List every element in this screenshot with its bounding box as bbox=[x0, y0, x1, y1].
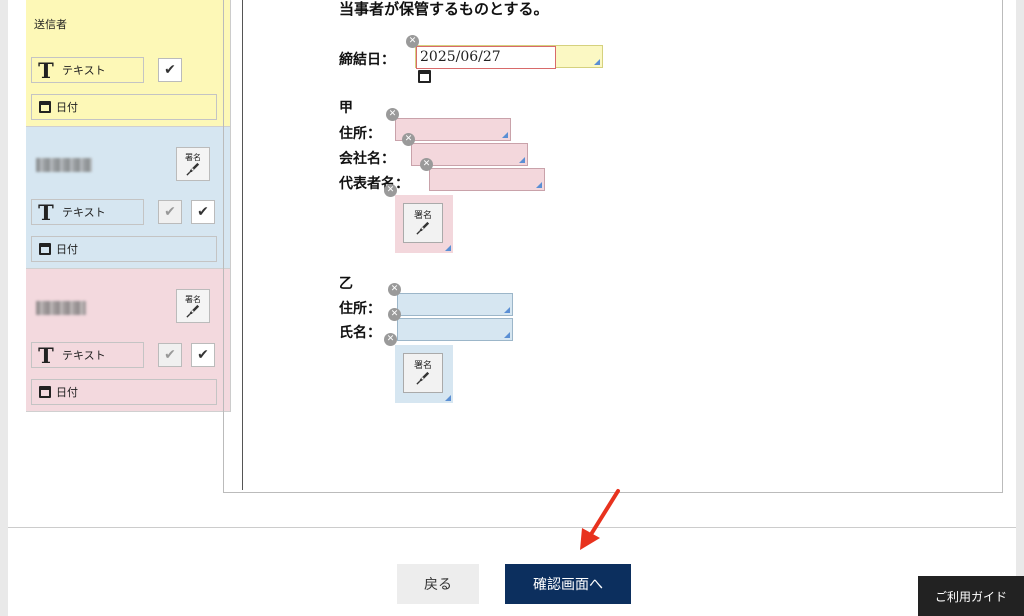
party-a-rep-field[interactable] bbox=[429, 168, 545, 191]
party-a-signature-field[interactable]: 署名 bbox=[395, 195, 453, 253]
sender-label: 送信者 bbox=[34, 18, 67, 31]
check-icon: ✔ bbox=[197, 204, 209, 220]
contract-text: 当事者が保管するものとする。 bbox=[339, 0, 549, 18]
pen-nib-icon bbox=[416, 371, 430, 385]
check-icon: ✔ bbox=[164, 62, 176, 78]
annotation-arrow-icon bbox=[580, 489, 620, 550]
resize-handle-icon[interactable] bbox=[536, 182, 542, 188]
party-a-panel: 署名 T テキスト ✔ ✔ 日付 bbox=[26, 127, 230, 269]
text-icon: T bbox=[38, 57, 54, 83]
remove-field-icon[interactable]: ✕ bbox=[402, 133, 415, 146]
remove-field-icon[interactable]: ✕ bbox=[388, 308, 401, 321]
party-b-date-field-button[interactable]: 日付 bbox=[31, 379, 217, 405]
party-b-name-label: 氏名： bbox=[339, 325, 381, 341]
sender-panel: 送信者 T テキスト ✔ 日付 bbox=[26, 0, 230, 127]
party-b-address-label: 住所： bbox=[339, 301, 381, 317]
remove-field-icon[interactable]: ✕ bbox=[406, 35, 419, 48]
party-b-panel: 署名 T テキスト ✔ ✔ 日付 bbox=[26, 269, 230, 412]
party-a-date-field-button[interactable]: 日付 bbox=[31, 236, 217, 262]
party-b-sign-button[interactable]: 署名 bbox=[176, 289, 210, 323]
date-field-label: 日付 bbox=[56, 101, 78, 114]
sign-label: 署名 bbox=[185, 152, 201, 162]
date-field-label: 日付 bbox=[56, 386, 78, 399]
sender-text-field-button[interactable]: T テキスト bbox=[31, 57, 144, 83]
conclusion-date-field[interactable]: 2025/06/27 bbox=[415, 45, 603, 69]
pen-nib-icon bbox=[186, 162, 200, 176]
sign-label: 署名 bbox=[413, 361, 432, 371]
pen-nib-icon bbox=[186, 304, 200, 318]
signature-placeholder: 署名 bbox=[403, 203, 443, 243]
blurred-party-name bbox=[36, 158, 92, 172]
resize-handle-icon[interactable] bbox=[504, 307, 510, 313]
text-field-label: テキスト bbox=[62, 349, 106, 362]
remove-field-icon[interactable]: ✕ bbox=[386, 108, 399, 121]
party-a-heading: 甲 bbox=[339, 100, 353, 116]
signature-placeholder: 署名 bbox=[403, 353, 443, 393]
footer-divider bbox=[8, 527, 1016, 528]
calendar-icon[interactable] bbox=[418, 70, 431, 83]
party-a-disabled-checkbox[interactable]: ✔ bbox=[158, 200, 182, 224]
pen-nib-icon bbox=[416, 221, 430, 235]
sender-required-checkbox[interactable]: ✔ bbox=[158, 58, 182, 82]
resize-handle-icon[interactable] bbox=[504, 332, 510, 338]
field-palette-sidebar: 送信者 T テキスト ✔ 日付 署名 T テキスト ✔ ✔ 日付 署名 T テキ… bbox=[26, 0, 231, 412]
check-icon: ✔ bbox=[164, 204, 176, 220]
sender-date-field-button[interactable]: 日付 bbox=[31, 94, 217, 120]
calendar-icon bbox=[39, 386, 51, 398]
resize-handle-icon[interactable] bbox=[445, 395, 451, 401]
app-window: 送信者 T テキスト ✔ 日付 署名 T テキスト ✔ ✔ 日付 署名 T テキ… bbox=[8, 0, 1016, 616]
back-button[interactable]: 戻る bbox=[397, 564, 479, 604]
resize-handle-icon[interactable] bbox=[502, 132, 508, 138]
text-field-label: テキスト bbox=[62, 64, 106, 77]
party-b-text-field-button[interactable]: T テキスト bbox=[31, 342, 144, 368]
party-b-address-field[interactable] bbox=[397, 293, 513, 316]
party-a-required-checkbox[interactable]: ✔ bbox=[191, 200, 215, 224]
sign-label: 署名 bbox=[185, 294, 201, 304]
check-icon: ✔ bbox=[164, 347, 176, 363]
party-a-address-label: 住所： bbox=[339, 126, 381, 142]
resize-handle-icon[interactable] bbox=[519, 157, 525, 163]
user-guide-button[interactable]: ご利用ガイド bbox=[918, 576, 1024, 616]
text-icon: T bbox=[38, 342, 54, 368]
party-a-text-field-button[interactable]: T テキスト bbox=[31, 199, 144, 225]
remove-field-icon[interactable]: ✕ bbox=[420, 158, 433, 171]
calendar-icon bbox=[39, 101, 51, 113]
resize-handle-icon[interactable] bbox=[594, 59, 600, 65]
date-field-label: 日付 bbox=[56, 243, 78, 256]
party-a-company-label: 会社名： bbox=[339, 151, 395, 167]
blurred-party-name bbox=[36, 301, 86, 315]
confirm-screen-button[interactable]: 確認画面へ bbox=[505, 564, 631, 604]
resize-handle-icon[interactable] bbox=[445, 245, 451, 251]
date-value[interactable]: 2025/06/27 bbox=[416, 46, 556, 69]
sign-label: 署名 bbox=[413, 211, 432, 221]
document-viewer: 当事者が保管するものとする。 締結日： 2025/06/27 ✕ 甲 住所： ✕… bbox=[223, 0, 1003, 493]
conclusion-date-label: 締結日： bbox=[339, 52, 395, 68]
text-field-label: テキスト bbox=[62, 206, 106, 219]
party-b-name-field[interactable] bbox=[397, 318, 513, 341]
party-b-signature-field[interactable]: 署名 bbox=[395, 345, 453, 403]
party-a-rep-label: 代表者名： bbox=[339, 176, 409, 192]
party-b-heading: 乙 bbox=[339, 276, 353, 292]
party-b-required-checkbox[interactable]: ✔ bbox=[191, 343, 215, 367]
document-page: 当事者が保管するものとする。 締結日： 2025/06/27 ✕ 甲 住所： ✕… bbox=[242, 0, 1001, 490]
text-icon: T bbox=[38, 199, 54, 225]
party-a-sign-button[interactable]: 署名 bbox=[176, 147, 210, 181]
calendar-icon bbox=[39, 243, 51, 255]
remove-field-icon[interactable]: ✕ bbox=[388, 283, 401, 296]
party-b-disabled-checkbox[interactable]: ✔ bbox=[158, 343, 182, 367]
check-icon: ✔ bbox=[197, 347, 209, 363]
